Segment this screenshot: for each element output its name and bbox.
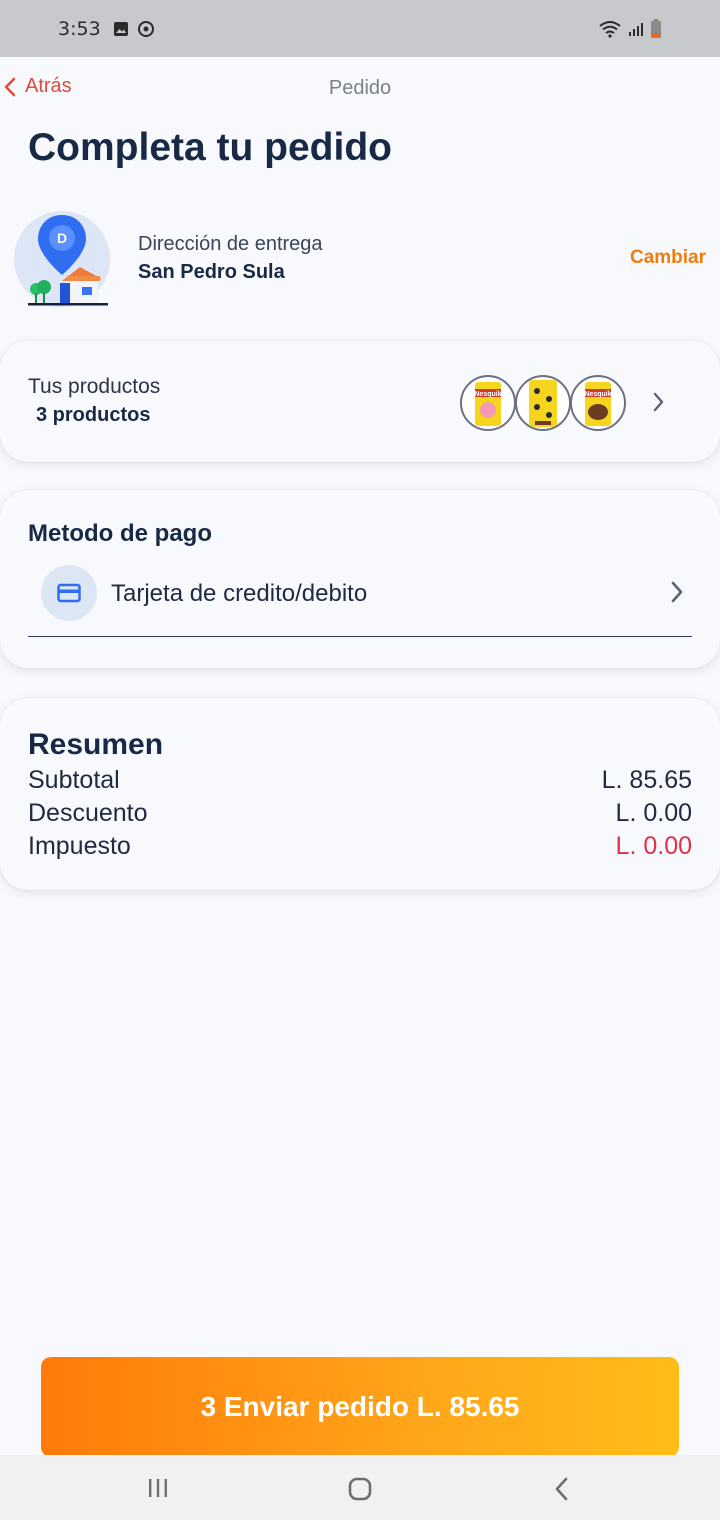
- product-thumbnail: Nesquik: [570, 375, 626, 431]
- summary-row-value: L. 0.00: [615, 832, 692, 860]
- status-time: 3:53: [58, 17, 101, 40]
- summary-row-label: Subtotal: [28, 766, 120, 794]
- summary-title: Resumen: [28, 728, 164, 761]
- address-label: Dirección de entrega: [138, 233, 323, 255]
- svg-text:Nesquik: Nesquik: [584, 391, 611, 398]
- battery-icon: [651, 18, 661, 38]
- chevron-right-icon: [653, 392, 664, 412]
- delivery-address: D Dirección de entrega San Pedro Sula Ca…: [0, 205, 720, 315]
- back-nav-button[interactable]: [550, 1475, 574, 1503]
- address-value: San Pedro Sula: [138, 261, 285, 283]
- status-bar: 3:53: [0, 0, 720, 57]
- system-navigation-bar: [0, 1455, 720, 1520]
- header-title: Pedido: [328, 77, 392, 99]
- location-house-icon: D: [14, 211, 110, 307]
- summary-row-tax: Impuesto L. 0.00: [28, 832, 692, 864]
- sync-icon: [137, 20, 154, 37]
- payment-method-row[interactable]: Tarjeta de credito/debito: [28, 560, 692, 637]
- signal-icon: [629, 22, 643, 36]
- home-button[interactable]: [346, 1475, 374, 1503]
- wifi-icon: [599, 20, 621, 38]
- product-thumbnail: Nesquik: [460, 375, 516, 431]
- summary-row-value: L. 85.65: [601, 766, 692, 794]
- image-icon: [113, 21, 128, 36]
- products-card[interactable]: Tus productos 3 productos Nesquik Nesqui…: [0, 341, 720, 462]
- marker-letter: D: [57, 230, 67, 246]
- summary-card: Resumen Subtotal L. 85.65 Descuento L. 0…: [0, 698, 720, 890]
- product-image-icon: Nesquik: [474, 382, 502, 426]
- summary-row-label: Impuesto: [28, 832, 131, 860]
- svg-text:Nesquik: Nesquik: [474, 391, 501, 398]
- product-thumbnail: [515, 375, 571, 431]
- summary-row-discount: Descuento L. 0.00: [28, 799, 692, 831]
- page-title: Completa tu pedido: [28, 126, 392, 169]
- summary-row-label: Descuento: [28, 799, 148, 827]
- change-address-button[interactable]: Cambiar: [630, 247, 706, 269]
- top-header: Atrás Pedido: [0, 57, 720, 121]
- products-count: 3 productos: [36, 404, 151, 426]
- payment-card: Metodo de pago Tarjeta de credito/debito: [0, 490, 720, 668]
- submit-order-button[interactable]: 3 Enviar pedido L. 85.65: [41, 1357, 679, 1457]
- recent-apps-button[interactable]: [145, 1475, 171, 1501]
- summary-row-subtotal: Subtotal L. 85.65: [28, 766, 692, 798]
- products-label: Tus productos: [28, 375, 161, 398]
- payment-title: Metodo de pago: [28, 520, 212, 547]
- product-image-icon: [529, 380, 557, 427]
- payment-method-label: Tarjeta de credito/debito: [111, 580, 368, 607]
- credit-card-icon-wrap: [41, 565, 97, 621]
- summary-row-value: L. 0.00: [615, 799, 692, 827]
- product-image-icon: Nesquik: [584, 382, 612, 426]
- credit-card-icon: [57, 583, 81, 603]
- chevron-right-icon: [671, 581, 683, 603]
